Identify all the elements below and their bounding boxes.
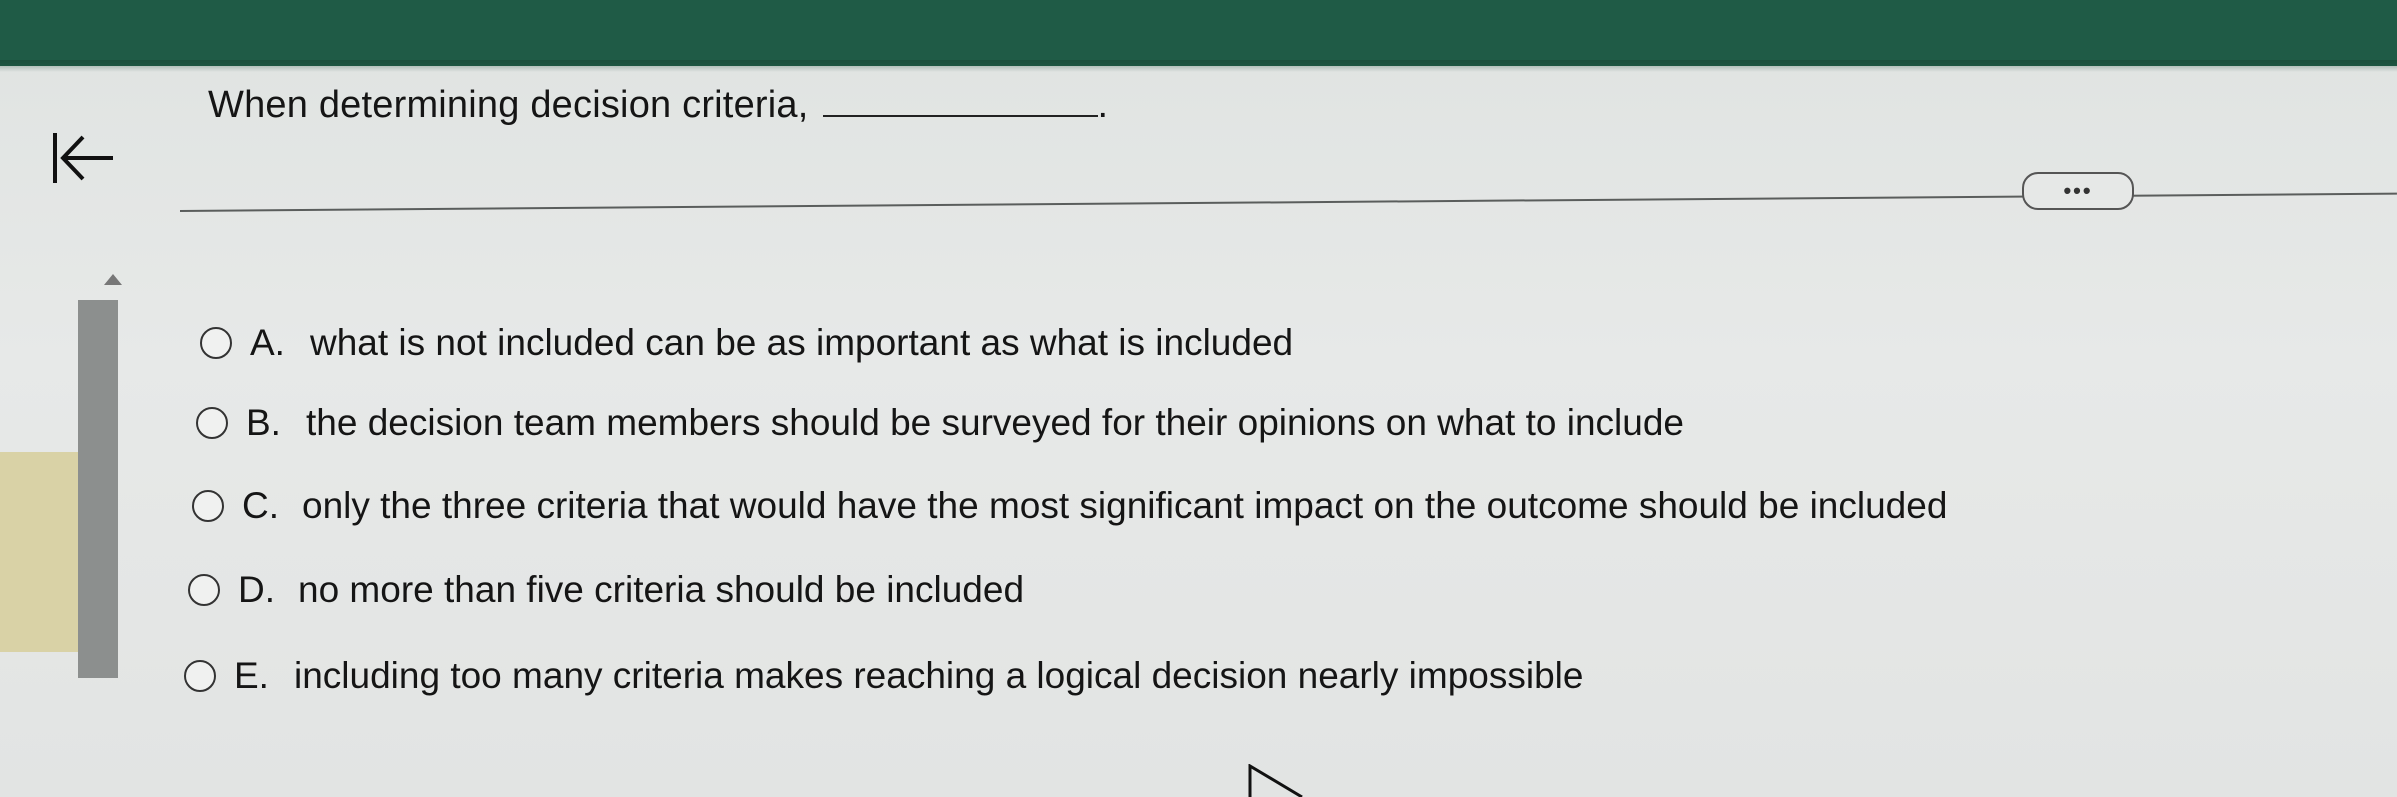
option-letter: E. xyxy=(234,655,269,696)
question-text: When determining decision criteria,. xyxy=(208,84,1108,127)
scroll-up-icon[interactable] xyxy=(104,274,122,285)
mouse-cursor-icon xyxy=(1248,764,1303,797)
radio-button[interactable] xyxy=(192,490,224,522)
more-button[interactable]: ••• xyxy=(2022,172,2134,210)
radio-button[interactable] xyxy=(184,660,216,692)
option-c[interactable]: C. only the three criteria that would ha… xyxy=(192,485,1947,527)
scrollbar[interactable] xyxy=(78,300,118,678)
option-e[interactable]: E. including too many criteria makes rea… xyxy=(184,655,1583,697)
option-text: no more than five criteria should be inc… xyxy=(298,569,1025,610)
option-d[interactable]: D. no more than five criteria should be … xyxy=(188,569,1024,611)
option-text: the decision team members should be surv… xyxy=(306,402,1684,443)
option-a[interactable]: A. what is not included can be as import… xyxy=(200,322,1293,364)
option-letter: B. xyxy=(246,402,281,443)
question-stem: When determining decision criteria, xyxy=(208,84,809,126)
radio-button[interactable] xyxy=(196,407,228,439)
answer-blank xyxy=(822,89,1098,117)
radio-button[interactable] xyxy=(200,327,232,359)
top-bar xyxy=(0,0,2397,72)
option-letter: C. xyxy=(242,485,279,526)
radio-button[interactable] xyxy=(188,574,220,606)
question-period: . xyxy=(1097,84,1109,126)
option-text: including too many criteria makes reachi… xyxy=(294,655,1584,696)
option-letter: A. xyxy=(250,322,285,363)
option-letter: D. xyxy=(238,569,275,610)
option-text: what is not included can be as important… xyxy=(310,322,1294,363)
side-highlight xyxy=(0,452,78,652)
option-text: only the three criteria that would have … xyxy=(302,485,1948,526)
arrow-left-to-bar-icon xyxy=(53,133,113,183)
option-b[interactable]: B. the decision team members should be s… xyxy=(196,402,1684,444)
back-button[interactable] xyxy=(42,118,122,198)
